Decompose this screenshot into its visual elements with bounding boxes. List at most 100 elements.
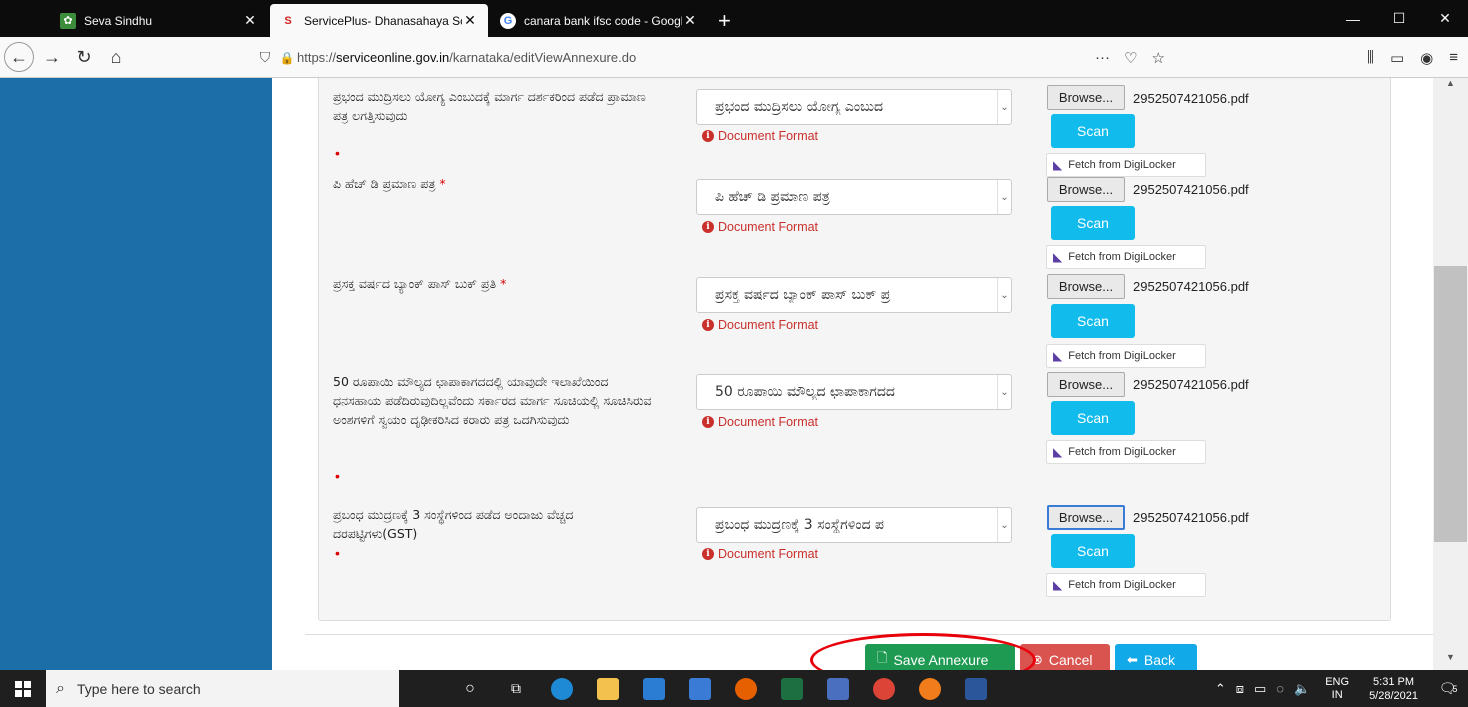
info-icon: i <box>702 130 714 142</box>
browse-button[interactable]: Browse... <box>1047 177 1125 202</box>
uploaded-file-name: 2952507421056.pdf <box>1133 377 1249 392</box>
browser-tab-bar: ✿ Seva Sindhu ✕ S ServicePlus- Dhanasaha… <box>0 0 1468 37</box>
volume-icon[interactable]: 🔈 <box>1294 681 1310 697</box>
sidebar-toggle-icon[interactable]: ▭ <box>1390 49 1404 67</box>
tab-seva-sindhu[interactable]: ✿ Seva Sindhu ✕ <box>50 4 268 37</box>
system-clock[interactable]: 5:31 PM 5/28/2021 <box>1369 675 1418 703</box>
arrow-left-icon: ⬅ <box>1127 652 1138 667</box>
home-icon[interactable]: ⌂ <box>100 41 132 73</box>
taskbar-search[interactable]: ⌕ Type here to search <box>46 670 399 707</box>
browse-button[interactable]: Browse... <box>1047 505 1125 530</box>
library-icon[interactable]: ⫼ <box>1367 49 1374 66</box>
notification-count: 5 <box>1452 683 1458 694</box>
selected-value: ಪ್ರಬಂಧ ಮುದ್ರಣಕ್ಕೆ 3 ಸಂಸ್ಥೆಗಳಿಂದ ಪ <box>715 517 885 533</box>
battery-icon[interactable]: ▭ <box>1254 681 1266 697</box>
url-actions: ··· ♡ ☆ <box>1095 43 1165 72</box>
close-icon[interactable]: ✕ <box>242 12 258 29</box>
scan-button[interactable]: Scan <box>1051 534 1135 568</box>
close-window-button[interactable]: ✕ <box>1422 0 1468 37</box>
document-format-hint: i Document Format <box>702 318 818 332</box>
fetch-digilocker-button[interactable]: ◣ Fetch from DigiLocker <box>1046 344 1206 368</box>
document-type-select[interactable]: ಪ್ರಸಕ್ತ ವರ್ಷದ ಬ್ಯಾಂಕ್ ಪಾಸ್ ಬುಕ್ ಪ್ರ ⌄ <box>696 277 1012 313</box>
network-icon[interactable]: ⧈ <box>1236 681 1244 697</box>
fetch-digilocker-button[interactable]: ◣ Fetch from DigiLocker <box>1046 245 1206 269</box>
fetch-digilocker-button[interactable]: ◣ Fetch from DigiLocker <box>1046 573 1206 597</box>
chevron-up-icon[interactable]: ⌃ <box>1215 681 1226 697</box>
chevron-down-icon[interactable]: ⌄ <box>997 375 1011 409</box>
url-bar[interactable]: ⛉ 🔒 https://serviceonline.gov.in/karnata… <box>253 43 1013 72</box>
url-host: serviceonline.gov.in <box>336 50 450 65</box>
footer-divider <box>305 634 1433 635</box>
browse-button[interactable]: Browse... <box>1047 274 1125 299</box>
store-icon[interactable] <box>677 670 723 707</box>
tab-serviceplus[interactable]: S ServicePlus- Dhanasahaya Sche ✕ <box>270 4 488 37</box>
lock-icon[interactable]: 🔒 <box>277 51 297 65</box>
reload-icon[interactable]: ↻ <box>68 41 100 73</box>
document-type-select[interactable]: ಪಿ ಹೆಚ್ ಡಿ ಪ್ರಮಾಣ ಪತ್ರ ⌄ <box>696 179 1012 215</box>
word-icon[interactable] <box>953 670 999 707</box>
highlight-annotation <box>810 633 1036 670</box>
bookmark-star-icon[interactable]: ☆ <box>1151 49 1164 67</box>
mail-icon[interactable] <box>631 670 677 707</box>
browse-button[interactable]: Browse... <box>1047 85 1125 110</box>
shield-icon[interactable]: ⛉ <box>253 49 277 66</box>
close-icon[interactable]: ✕ <box>682 12 698 29</box>
hamburger-menu-icon[interactable]: ≡ <box>1449 49 1458 66</box>
digilocker-icon: ◣ <box>1053 349 1063 363</box>
start-button[interactable] <box>0 670 46 707</box>
fetch-digilocker-button[interactable]: ◣ Fetch from DigiLocker <box>1046 440 1206 464</box>
page-actions-menu-icon[interactable]: ··· <box>1095 49 1110 66</box>
document-label: ಪ್ರಬಂಧ ಮುದ್ರಣಕ್ಕೆ 3 ಸಂಸ್ಥೆಗಳಿಂದ ಪಡೆದ ಅಂದ… <box>333 507 574 541</box>
pocket-icon[interactable]: ♡ <box>1124 49 1137 67</box>
excel-icon[interactable] <box>769 670 815 707</box>
close-icon[interactable]: ✕ <box>462 12 478 29</box>
cortana-icon[interactable]: ○ <box>447 670 493 707</box>
document-type-select[interactable]: 50 ರೂಪಾಯಿ ಮೌಲ್ಯದ ಛಾಪಾಕಾಗದದ ⌄ <box>696 374 1012 410</box>
scan-button[interactable]: Scan <box>1051 114 1135 148</box>
chrome-icon[interactable] <box>861 670 907 707</box>
new-tab-button[interactable]: + <box>708 4 741 37</box>
maximize-button[interactable]: ☐ <box>1376 0 1422 37</box>
firefox-icon[interactable] <box>723 670 769 707</box>
scroll-down-arrow-icon[interactable]: ▼ <box>1433 652 1468 670</box>
back-arrow-icon[interactable]: ← <box>4 42 34 72</box>
vertical-scrollbar[interactable]: ▲ ▼ <box>1433 78 1468 670</box>
left-sidebar <box>0 78 272 670</box>
scroll-up-arrow-icon[interactable]: ▲ <box>1433 78 1468 96</box>
selected-value: ಪ್ರಭಂದ ಮುದ್ರಿಸಲು ಯೋಗ್ಯ ಎಂಬುದ <box>715 99 884 115</box>
scan-button[interactable]: Scan <box>1051 304 1135 338</box>
required-marker: • <box>335 145 340 161</box>
selected-value: 50 ರೂಪಾಯಿ ಮೌಲ್ಯದ ಛಾಪಾಕಾಗದದ <box>715 384 895 400</box>
chevron-down-icon[interactable]: ⌄ <box>997 90 1011 124</box>
document-type-select[interactable]: ಪ್ರಬಂಧ ಮುದ್ರಣಕ್ಕೆ 3 ಸಂಸ್ಥೆಗಳಿಂದ ಪ ⌄ <box>696 507 1012 543</box>
wifi-icon[interactable]: ◌ <box>1276 681 1284 696</box>
scan-button[interactable]: Scan <box>1051 401 1135 435</box>
notification-center-icon[interactable]: 🗨 5 <box>1428 680 1468 697</box>
document-label: ಪ್ರಸಕ್ತ ವರ್ಷದ ಬ್ಯಾಂಕ್ ಪಾಸ್ ಬುಕ್ ಪ್ರತಿ * <box>333 276 507 291</box>
document-label: ಪ್ರಭಂದ ಮುದ್ರಿಸಲು ಯೋಗ್ಯ ಎಂಬುದಕ್ಕೆ ಮಾರ್ಗ ದ… <box>333 89 646 123</box>
browse-button[interactable]: Browse... <box>1047 372 1125 397</box>
chevron-down-icon[interactable]: ⌄ <box>997 508 1011 542</box>
tab-google[interactable]: G canara bank ifsc code - Google ✕ <box>490 4 708 37</box>
scrollbar-thumb[interactable] <box>1434 266 1467 542</box>
chevron-down-icon[interactable]: ⌄ <box>997 278 1011 312</box>
chevron-down-icon[interactable]: ⌄ <box>997 180 1011 214</box>
fetch-digilocker-button[interactable]: ◣ Fetch from DigiLocker <box>1046 153 1206 177</box>
search-placeholder: Type here to search <box>76 680 201 697</box>
edge-icon[interactable] <box>539 670 585 707</box>
scan-button[interactable]: Scan <box>1051 206 1135 240</box>
photos-icon[interactable] <box>815 670 861 707</box>
digilocker-icon: ◣ <box>1053 578 1063 592</box>
back-button[interactable]: ⬅ Back <box>1115 644 1197 670</box>
input-language[interactable]: ENG IN <box>1325 676 1349 702</box>
paint-icon[interactable] <box>907 670 953 707</box>
file-explorer-icon[interactable] <box>585 670 631 707</box>
document-type-select[interactable]: ಪ್ರಭಂದ ಮುದ್ರಿಸಲು ಯೋಗ್ಯ ಎಂಬುದ ⌄ <box>696 89 1012 125</box>
forward-arrow-icon[interactable]: → <box>36 41 68 73</box>
url-path: /karnataka/editViewAnnexure.do <box>449 50 637 65</box>
minimize-button[interactable]: — <box>1330 0 1376 37</box>
account-icon[interactable]: ◉ <box>1420 49 1433 67</box>
task-view-icon[interactable]: ⧉ <box>493 670 539 707</box>
selected-value: ಪ್ರಸಕ್ತ ವರ್ಷದ ಬ್ಯಾಂಕ್ ಪಾಸ್ ಬುಕ್ ಪ್ರ <box>715 287 891 303</box>
window-controls: — ☐ ✕ <box>1330 0 1468 37</box>
